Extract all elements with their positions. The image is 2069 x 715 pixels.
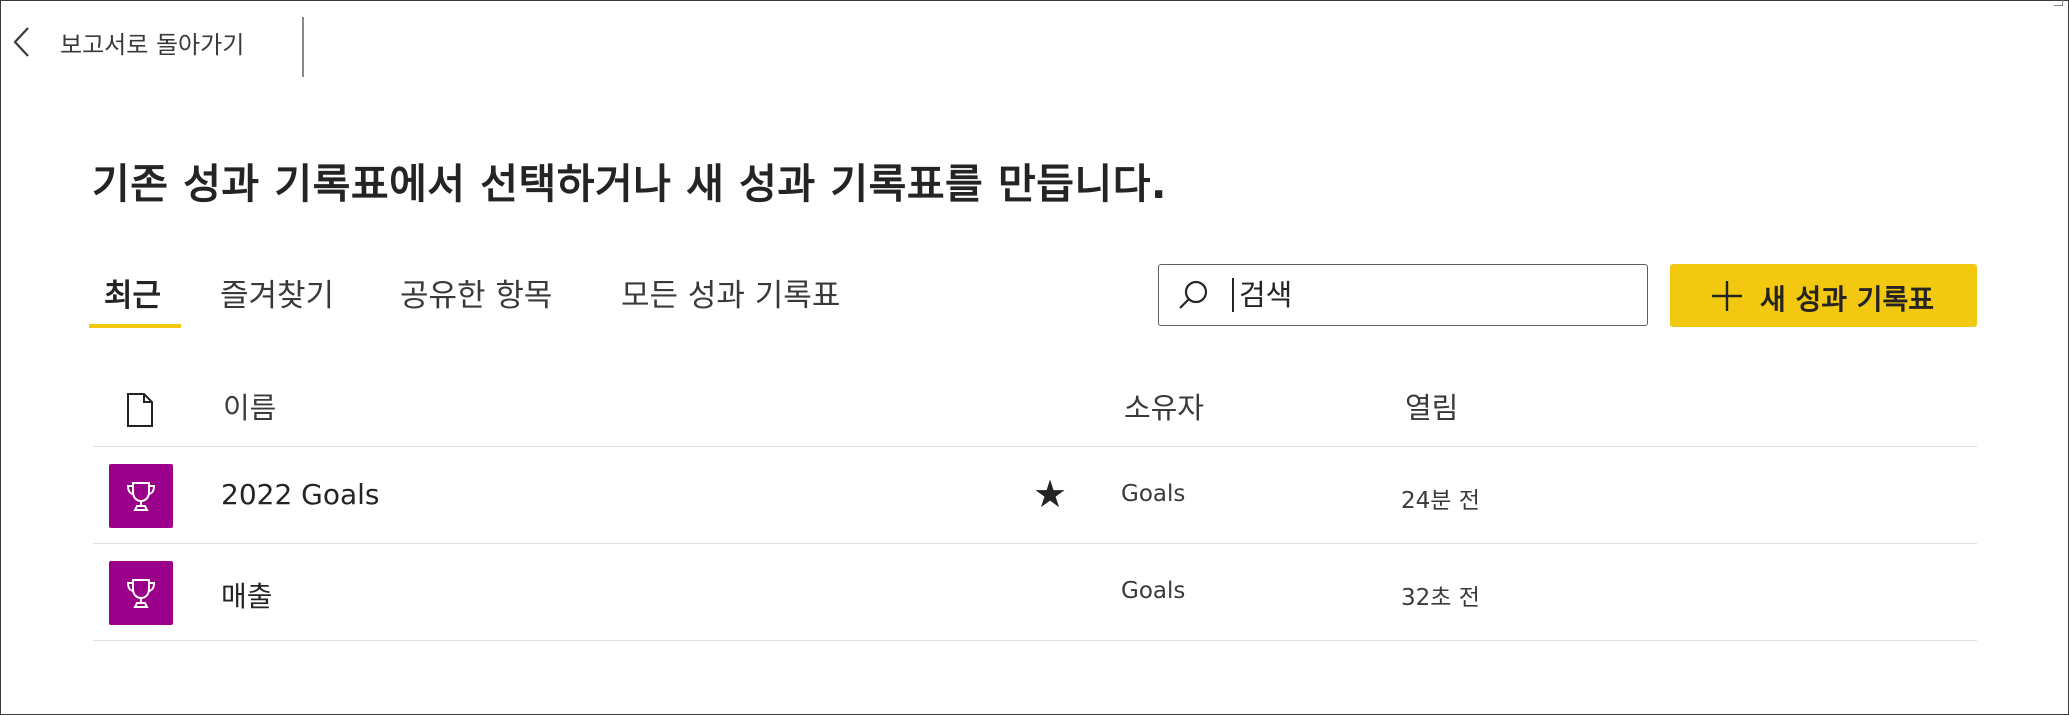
table-row[interactable]: 매출 Goals 32초 전 <box>93 544 1977 641</box>
column-header-name[interactable]: 이름 <box>223 385 276 427</box>
header-divider <box>302 17 304 77</box>
tab-recent[interactable]: 최근 <box>89 262 181 328</box>
search-icon <box>1177 279 1209 311</box>
tab-shared-label: 공유한 항목 <box>400 278 553 314</box>
scorecard-name[interactable]: 2022 Goals <box>221 478 380 511</box>
favorite-star-icon[interactable]: ★ <box>1033 475 1067 513</box>
back-label: 보고서로 돌아가기 <box>60 30 245 59</box>
search-input[interactable] <box>1239 273 1619 317</box>
opened-cell: 32초 전 <box>1401 585 1480 611</box>
back-to-report-button[interactable]: 보고서로 돌아가기 <box>10 22 244 62</box>
column-header-opened[interactable]: 열림 <box>1405 385 1458 427</box>
search-box[interactable] <box>1158 264 1648 326</box>
trophy-icon <box>109 561 173 625</box>
scorecard-name[interactable]: 매출 <box>221 575 273 615</box>
column-header-owner[interactable]: 소유자 <box>1124 385 1204 427</box>
file-icon <box>125 392 155 428</box>
table-header: 이름 소유자 열림 <box>93 372 1977 447</box>
text-cursor <box>1232 278 1234 312</box>
chevron-left-icon <box>10 24 34 60</box>
tab-recent-label: 최근 <box>104 278 162 314</box>
new-scorecard-label: 새 성과 기록표 <box>1760 283 1935 316</box>
tab-all-scorecards-label: 모든 성과 기록표 <box>621 278 841 314</box>
new-scorecard-button[interactable]: 새 성과 기록표 <box>1670 264 1977 327</box>
trophy-icon <box>109 464 173 528</box>
owner-cell: Goals <box>1121 481 1186 507</box>
page-title: 기존 성과 기록표에서 선택하거나 새 성과 기록표를 만듭니다. <box>92 160 1167 208</box>
active-tab-indicator <box>89 324 181 328</box>
table-row[interactable]: 2022 Goals ★ Goals 24분 전 <box>93 447 1977 544</box>
owner-cell: Goals <box>1121 578 1186 604</box>
window-corner <box>2054 0 2063 6</box>
plus-icon <box>1710 279 1744 313</box>
opened-cell: 24분 전 <box>1401 488 1480 514</box>
tab-favorites-label: 즐겨찾기 <box>220 278 335 314</box>
